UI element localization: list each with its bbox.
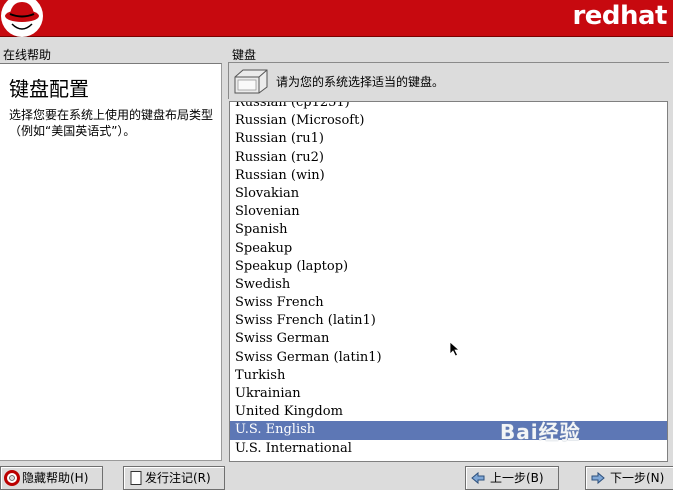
keyboard-layout-item[interactable]: Speakup (laptop)	[230, 258, 667, 276]
back-label: 上一步(B)	[490, 471, 544, 485]
release-notes-button[interactable]: 发行注记(R)	[123, 466, 225, 490]
shadowman-logo-icon	[1, 0, 43, 37]
release-notes-label: 发行注记(R)	[145, 471, 211, 485]
help-caption: 在线帮助	[3, 48, 52, 62]
keyboard-caption: 键盘	[232, 48, 257, 62]
keyboard-layout-item[interactable]: Russian (Microsoft)	[230, 112, 667, 130]
keyboard-layout-item[interactable]: Speakup	[230, 240, 667, 258]
next-label: 下一步(N)	[610, 471, 665, 485]
hide-help-button[interactable]: 隐藏帮助(H)	[0, 466, 103, 490]
arrow-right-icon	[591, 471, 605, 485]
help-title: 键盘配置	[9, 77, 89, 101]
keyboard-layout-item[interactable]: Russian (win)	[230, 167, 667, 185]
title-banner: redhat	[0, 0, 673, 37]
keyboard-layout-item[interactable]: Swedish	[230, 276, 667, 294]
keyboard-layout-item[interactable]: Russian (ru1)	[230, 130, 667, 148]
keyboard-key-icon	[234, 69, 268, 94]
keyboard-layout-item[interactable]: United Kingdom	[230, 403, 667, 421]
keyboard-layout-list[interactable]: Russian (cp1251) Russian (Microsoft) Russi…	[229, 101, 668, 462]
keyboard-prompt: 请为您的系统选择适当的键盘。	[228, 62, 669, 99]
keyboard-layout-item[interactable]: Swiss French	[230, 294, 667, 312]
prompt-text: 请为您的系统选择适当的键盘。	[276, 75, 445, 89]
keyboard-layout-item[interactable]: U.S. International	[230, 440, 667, 458]
keyboard-layout-item[interactable]: Ukrainian	[230, 385, 667, 403]
keyboard-layout-item[interactable]: Russian (ru2)	[230, 149, 667, 167]
lifebuoy-icon	[4, 470, 20, 486]
keyboard-layout-item[interactable]: Turkish	[230, 367, 667, 385]
keyboard-layout-item[interactable]: Spanish	[230, 221, 667, 239]
brand-wordmark: redhat	[572, 1, 667, 31]
mouse-pointer-icon	[449, 341, 461, 357]
help-text: 选择您要在系统上使用的键盘布局类型（例如“美国英语式”）。	[9, 108, 214, 138]
keyboard-layout-item[interactable]: Slovakian	[230, 185, 667, 203]
online-help-panel: 键盘配置 选择您要在系统上使用的键盘布局类型（例如“美国英语式”）。	[0, 63, 222, 461]
hide-help-label: 隐藏帮助(H)	[22, 471, 89, 485]
keyboard-layout-item[interactable]: Swiss French (latin1)	[230, 312, 667, 330]
next-button[interactable]: 下一步(N)	[585, 466, 673, 490]
keyboard-layout-item[interactable]: Russian (cp1251)	[230, 102, 667, 112]
keyboard-layout-item[interactable]: Slovenian	[230, 203, 667, 221]
arrow-left-icon	[471, 471, 485, 485]
watermark: Bai经验	[500, 420, 581, 444]
keyboard-layout-item[interactable]: U.S. English	[230, 421, 667, 440]
back-button[interactable]: 上一步(B)	[465, 466, 559, 490]
document-icon	[130, 471, 142, 485]
